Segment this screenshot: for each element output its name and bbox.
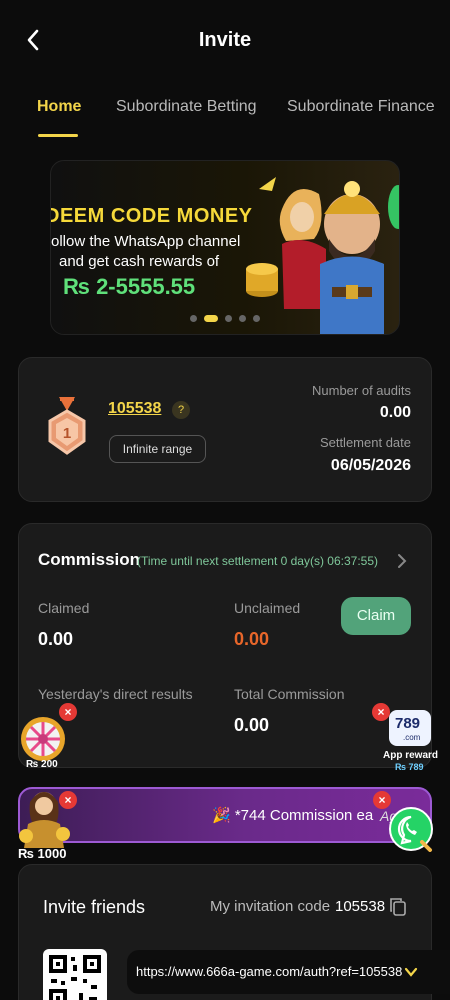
banner-headline: DEEM CODE MONEY	[50, 205, 253, 227]
user-id[interactable]: 105538	[108, 400, 161, 418]
app-logo-text: 789	[395, 715, 421, 732]
range-badge[interactable]: Infinite range	[109, 435, 206, 463]
wheel-promo-float[interactable]: ₨ 200 ×	[14, 703, 77, 770]
claimed-label: Claimed	[38, 600, 90, 616]
deposit-float-label: ₨ 1000	[18, 846, 67, 861]
top-bar: Invite	[0, 0, 450, 80]
close-icon[interactable]: ×	[59, 703, 77, 721]
question-icon[interactable]: ?	[172, 401, 190, 419]
audits-value: 0.00	[379, 404, 411, 421]
referral-link-bar[interactable]: https://www.666a-game.com/auth?ref=10553…	[127, 950, 450, 994]
commission-title: Commission	[38, 550, 141, 569]
banner-amount: ₨ 2-5555.55	[63, 274, 196, 299]
promo-banner[interactable]: DEEM CODE MONEY ollow the WhatsApp chann…	[50, 160, 400, 335]
medal-icon: 1	[47, 397, 87, 464]
carousel-dot[interactable]	[225, 315, 232, 323]
settlement-date-value: 06/05/2026	[330, 457, 411, 474]
claimed-value: 0.00	[38, 629, 74, 649]
active-tab-indicator	[38, 134, 78, 137]
total-commission-value: 0.00	[234, 715, 270, 735]
tab-bar: Home Subordinate Betting Subordinate Fin…	[0, 94, 450, 138]
close-icon[interactable]: ×	[59, 791, 77, 809]
tab-home[interactable]: Home	[37, 98, 81, 116]
app-reward-float[interactable]: 789 .com App reward ₨ 789 ×	[372, 700, 450, 772]
page-title: Invite	[198, 29, 252, 51]
unclaimed-label: Unclaimed	[234, 600, 301, 616]
tab-subordinate-finance[interactable]: Subordinate Finance	[287, 98, 435, 116]
invite-title: Invite friends	[43, 897, 146, 917]
rank-number: 1	[62, 425, 72, 442]
commission-card: Commission (Time until next settlement 0…	[18, 523, 432, 768]
referral-url: https://www.666a-game.com/auth?ref=10553…	[136, 964, 403, 979]
carousel-dot-active[interactable]	[204, 315, 218, 323]
carousel-dot[interactable]	[190, 315, 197, 323]
audits-label: Number of audits	[312, 383, 411, 398]
marquee-text: 🎉 *744 Commission ea	[212, 807, 374, 824]
copy-icon[interactable]	[389, 897, 407, 922]
yesterday-results-label: Yesterday's direct results	[38, 686, 193, 702]
wheel-float-label: ₨ 200	[26, 759, 58, 770]
app-logo-icon: 789 .com	[389, 710, 431, 746]
total-commission-label: Total Commission	[234, 686, 345, 702]
commission-marquee: 🎉 *744 Commission ea Ag	[18, 787, 432, 843]
close-icon[interactable]: ×	[372, 703, 390, 721]
claim-button[interactable]: Claim	[341, 597, 411, 635]
unclaimed-value: 0.00	[234, 629, 270, 649]
whatsapp-icon[interactable]	[388, 806, 434, 852]
banner-text-2: and get cash rewards of	[59, 253, 220, 270]
invitation-code-value: 105538	[335, 898, 386, 915]
app-reward-label: App reward	[383, 750, 439, 761]
invitation-code-label: My invitation code	[210, 898, 331, 915]
settlement-date-label: Settlement date	[319, 435, 411, 450]
banner-text-1: ollow the WhatsApp channel	[51, 233, 241, 250]
wheel-icon	[21, 717, 65, 761]
deposit-promo-float[interactable]: ₨ 1000 ×	[14, 786, 78, 864]
agent-summary-card: 1 105538 ? Infinite range Number of audi…	[18, 357, 432, 502]
chevron-down-icon[interactable]	[404, 965, 418, 983]
chevron-right-icon[interactable]	[396, 553, 408, 574]
tab-subordinate-betting[interactable]: Subordinate Betting	[116, 98, 257, 116]
qr-code-icon[interactable]	[43, 949, 107, 1000]
settlement-timer: (Time until next settlement 0 day(s) 06:…	[137, 554, 378, 568]
app-reward-amount: ₨ 789	[395, 762, 424, 772]
app-logo-subtext: .com	[403, 733, 421, 742]
carousel-dots	[190, 310, 267, 323]
